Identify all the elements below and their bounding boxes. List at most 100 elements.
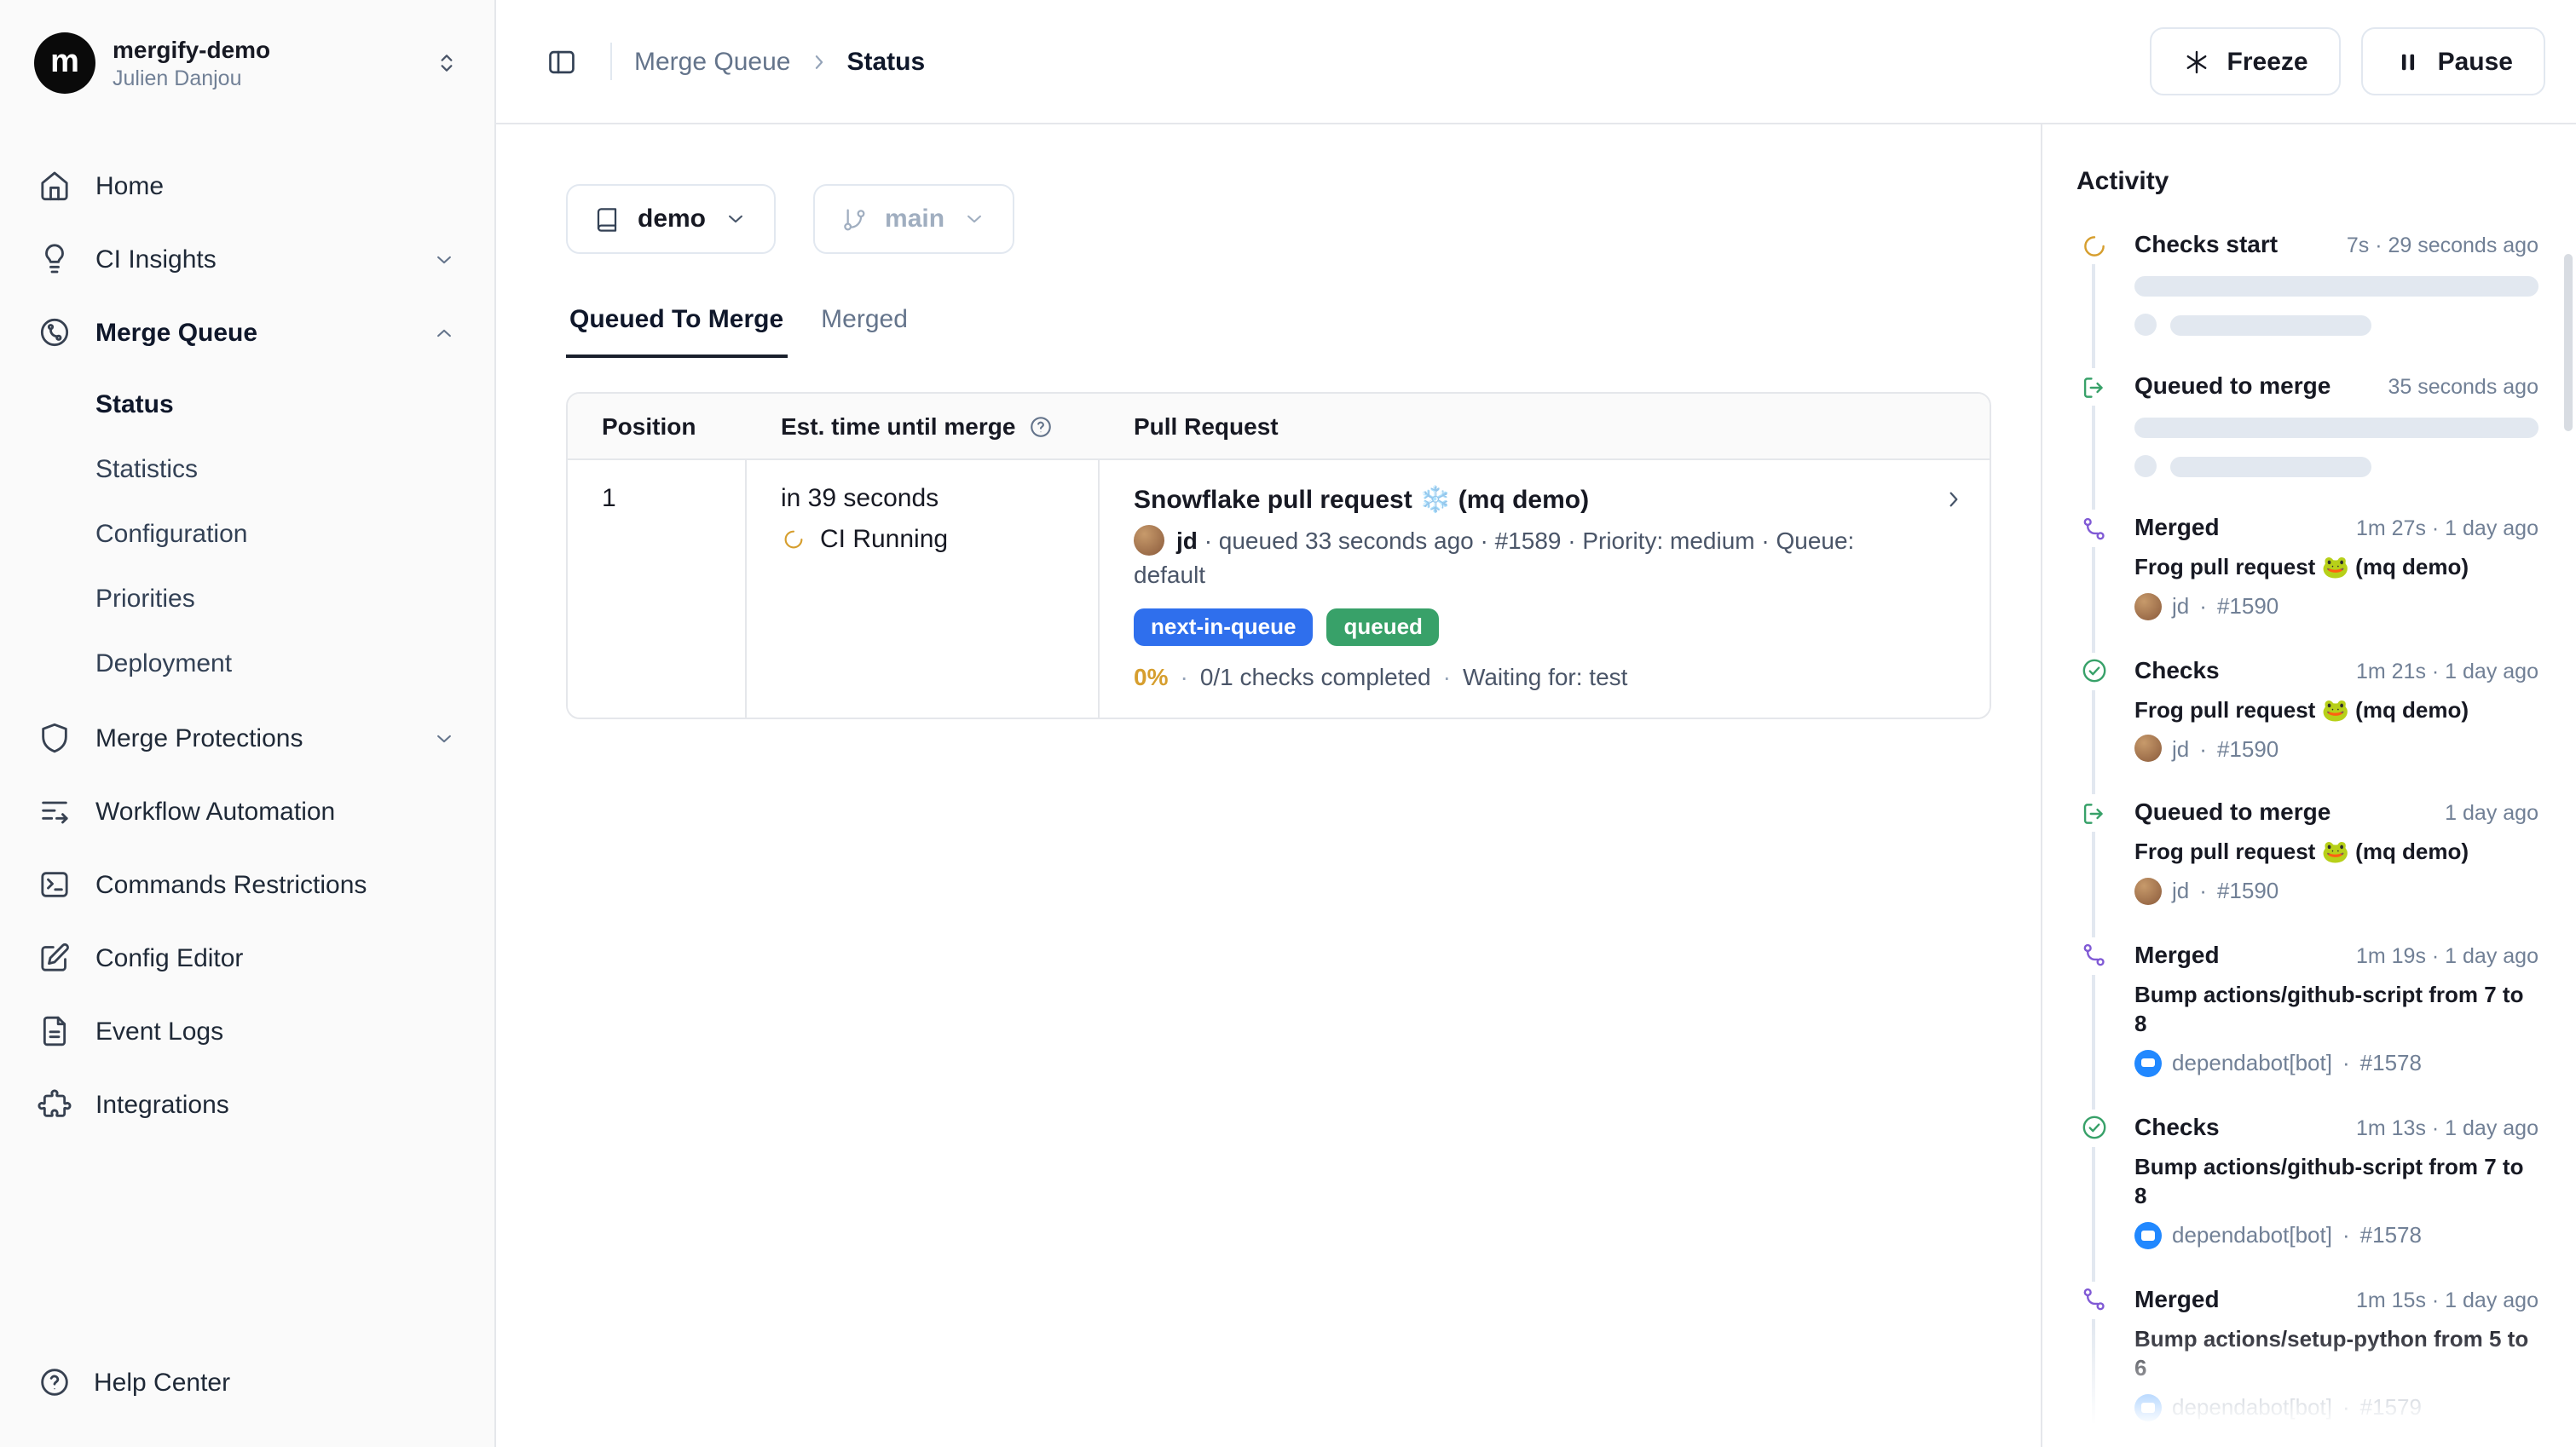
activity-author: dependabot[bot] — [2172, 1395, 2332, 1421]
chevron-down-icon — [962, 206, 987, 232]
activity-panel: Activity Checks start 7s · 29 seconds ag… — [2041, 124, 2576, 1447]
puzzle-icon — [38, 1087, 72, 1121]
activity-author-line: jd · #1590 — [2134, 592, 2538, 620]
activity-item: Checks 1m 13s · 1 day ago Bump actions/g… — [2076, 1110, 2538, 1248]
workflow-icon — [38, 794, 72, 828]
sidebar-item-home[interactable]: Home — [20, 153, 474, 218]
sidebar-item-ci-insights[interactable]: CI Insights — [20, 227, 474, 291]
activity-pr-link[interactable]: Frog pull request 🐸 (mq demo) — [2134, 695, 2538, 724]
activity-event-time: 1m 27s · 1 day ago — [2356, 516, 2538, 540]
skeleton-avatar — [2134, 314, 2157, 336]
activity-author-line: dependabot[bot] · #1578 — [2134, 1222, 2538, 1249]
activity-item: Queued to merge 1 day ago Frog pull requ… — [2076, 796, 2538, 904]
sidebar-item-workflow-automation[interactable]: Workflow Automation — [20, 779, 474, 844]
repository-select[interactable]: demo — [566, 184, 776, 254]
activity-scrollbar[interactable] — [2564, 254, 2573, 431]
sidebar-item-event-logs[interactable]: Event Logs — [20, 999, 474, 1064]
column-position: Position — [568, 394, 747, 458]
branch-select[interactable]: main — [813, 184, 1014, 254]
loading-skeleton — [2134, 418, 2538, 477]
sidebar-item-statistics[interactable]: Statistics — [20, 438, 474, 499]
sidebar-item-configuration[interactable]: Configuration — [20, 503, 474, 564]
topbar: Merge Queue Status Freeze Pause — [496, 0, 2576, 124]
app-window: m mergify-demo Julien Danjou Home CI Ins… — [0, 0, 2576, 1447]
activity-event-title: Merged — [2134, 1283, 2220, 1314]
sidebar-item-config-editor[interactable]: Config Editor — [20, 925, 474, 990]
sidebar-item-label: Merge Protections — [95, 724, 303, 752]
activity-event-title: Checks — [2134, 654, 2220, 684]
ci-status: CI Running — [781, 525, 1074, 554]
activity-author: dependabot[bot] — [2172, 1223, 2332, 1248]
breadcrumb-status: Status — [846, 47, 925, 76]
activity-item: Merged 1m 27s · 1 day ago Frog pull requ… — [2076, 511, 2538, 620]
sidebar-item-label: Commands Restrictions — [95, 870, 367, 899]
activity-pr-link[interactable]: Bump actions/github-script from 7 to 8 — [2134, 979, 2538, 1039]
activity-pr-number: #1579 — [2360, 1395, 2422, 1421]
queue-content: demo main Queued To Merge Merged Po — [496, 124, 2041, 1447]
activity-pr-link[interactable]: Bump actions/github-script from 7 to 8 — [2134, 1151, 2538, 1211]
activity-item: Merged 1m 19s · 1 day ago Bump actions/g… — [2076, 938, 2538, 1076]
waiting-for: Waiting for: test — [1463, 662, 1628, 689]
tab-merged[interactable]: Merged — [817, 305, 911, 358]
sidebar-item-label: Config Editor — [95, 943, 243, 972]
sidebar-item-commands-restrictions[interactable]: Commands Restrictions — [20, 852, 474, 917]
activity-author: dependabot[bot] — [2172, 1050, 2332, 1075]
sidebar-item-integrations[interactable]: Integrations — [20, 1072, 474, 1137]
freeze-button[interactable]: Freeze — [2151, 27, 2341, 95]
git-merge-icon — [2076, 1282, 2111, 1319]
pr-badges: next-in-queue queued — [1134, 608, 1915, 645]
activity-event-title: Checks — [2134, 1110, 2220, 1141]
activity-pr-number: #1590 — [2217, 593, 2279, 619]
sidebar-item-label: Integrations — [95, 1090, 229, 1119]
activity-pr-number: #1578 — [2360, 1223, 2422, 1248]
avatar — [2134, 735, 2162, 762]
ci-status-label: CI Running — [820, 525, 948, 554]
activity-pr-link[interactable]: Frog pull request 🐸 (mq demo) — [2134, 837, 2538, 867]
workspace-switcher[interactable]: m mergify-demo Julien Danjou — [20, 24, 474, 102]
column-eta: Est. time until merge — [747, 394, 1100, 458]
activity-pr-link[interactable]: Frog pull request 🐸 (mq demo) — [2134, 552, 2538, 582]
activity-author-line: dependabot[bot] · #1578 — [2134, 1049, 2538, 1076]
sidebar-item-label: Home — [95, 171, 164, 200]
git-merge-icon — [2076, 510, 2111, 547]
file-text-icon — [38, 1014, 72, 1048]
skeleton-bar — [2134, 418, 2538, 438]
activity-event-time: 7s · 29 seconds ago — [2347, 233, 2538, 257]
activity-pr-link[interactable]: Bump actions/setup-python from 5 to 6 — [2134, 1324, 2538, 1384]
chevron-down-icon — [431, 725, 457, 751]
sidebar-item-merge-queue[interactable]: Merge Queue — [20, 300, 474, 365]
chevrons-up-down-icon — [433, 49, 460, 77]
activity-item: Checks start 7s · 29 seconds ago — [2076, 228, 2538, 336]
pr-meta-text: · queued 33 seconds ago · #1589 · Priori… — [1134, 527, 1854, 589]
activity-author-line: jd · #1590 — [2134, 735, 2538, 762]
breadcrumb-merge-queue[interactable]: Merge Queue — [634, 47, 790, 76]
help-circle-icon[interactable] — [1027, 413, 1053, 439]
pause-button[interactable]: Pause — [2361, 27, 2545, 95]
spinner-icon — [2076, 227, 2111, 264]
edit-icon — [38, 941, 72, 975]
dependabot-avatar — [2134, 1394, 2162, 1421]
workspace-logo-letter: m — [50, 44, 79, 82]
activity-event-time: 1m 21s · 1 day ago — [2356, 659, 2538, 683]
activity-event-title: Merged — [2134, 511, 2220, 542]
activity-item: Merged 1m 15s · 1 day ago Bump actions/s… — [2076, 1283, 2538, 1421]
table-header: Position Est. time until merge Pull Requ… — [568, 394, 1990, 460]
question-circle-icon — [38, 1365, 72, 1399]
row-chevron-right-icon[interactable] — [1940, 486, 1967, 513]
avatar — [2134, 877, 2162, 904]
sidebar-item-merge-protections[interactable]: Merge Protections — [20, 706, 474, 770]
sidebar: m mergify-demo Julien Danjou Home CI Ins… — [0, 0, 496, 1447]
sidebar-toggle-button[interactable] — [534, 34, 588, 89]
dependabot-avatar — [2134, 1049, 2162, 1076]
help-center-link[interactable]: Help Center — [20, 1348, 474, 1416]
workspace-logo: m — [34, 32, 95, 94]
sidebar-item-priorities[interactable]: Priorities — [20, 568, 474, 629]
activity-event-title: Queued to merge — [2134, 370, 2331, 401]
pr-checks-status: 0% · 0/1 checks completed · Waiting for:… — [1134, 662, 1915, 689]
sidebar-item-deployment[interactable]: Deployment — [20, 632, 474, 694]
skeleton-bar — [2170, 314, 2371, 335]
sidebar-item-status[interactable]: Status — [20, 373, 474, 435]
queue-row[interactable]: 1 in 39 seconds CI Running Snowflake pul… — [568, 460, 1990, 717]
check-circle-icon — [2076, 652, 2111, 689]
tab-queued-to-merge[interactable]: Queued To Merge — [566, 305, 787, 358]
